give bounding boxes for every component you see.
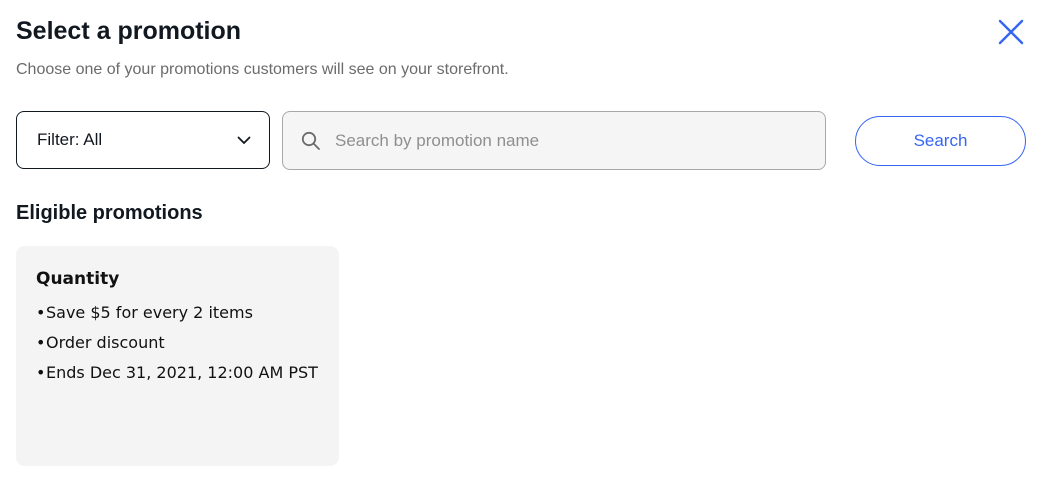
promotion-detail-text: Save $5 for every 2 items xyxy=(46,303,253,322)
search-field[interactable] xyxy=(282,111,826,170)
dialog-title: Select a promotion xyxy=(16,17,242,45)
bullet-icon: • xyxy=(36,333,46,352)
filter-dropdown[interactable]: Filter: All xyxy=(16,111,270,169)
search-input[interactable] xyxy=(335,112,809,169)
dialog-subtitle: Choose one of your promotions customers … xyxy=(16,61,509,78)
promotion-card[interactable]: Quantity •Save $5 for every 2 items •Ord… xyxy=(16,246,339,466)
promotion-detail-text: Ends Dec 31, 2021, 12:00 AM PST xyxy=(46,363,318,382)
promotion-detail-item: •Order discount xyxy=(36,328,319,358)
promotion-detail-item: •Save $5 for every 2 items xyxy=(36,298,319,328)
eligible-promotions-heading: Eligible promotions xyxy=(16,202,203,224)
close-button[interactable] xyxy=(993,14,1029,50)
search-icon xyxy=(301,131,320,150)
bullet-icon: • xyxy=(36,303,46,322)
promotion-details: •Save $5 for every 2 items •Order discou… xyxy=(36,298,319,388)
filter-label: Filter: All xyxy=(37,130,103,149)
search-button[interactable]: Search xyxy=(855,116,1026,166)
promotion-detail-item: •Ends Dec 31, 2021, 12:00 AM PST xyxy=(36,358,319,388)
promotion-title: Quantity xyxy=(36,269,120,289)
close-icon xyxy=(998,19,1024,45)
bullet-icon: • xyxy=(36,363,46,382)
promotion-detail-text: Order discount xyxy=(46,333,165,352)
chevron-down-icon xyxy=(237,136,251,144)
